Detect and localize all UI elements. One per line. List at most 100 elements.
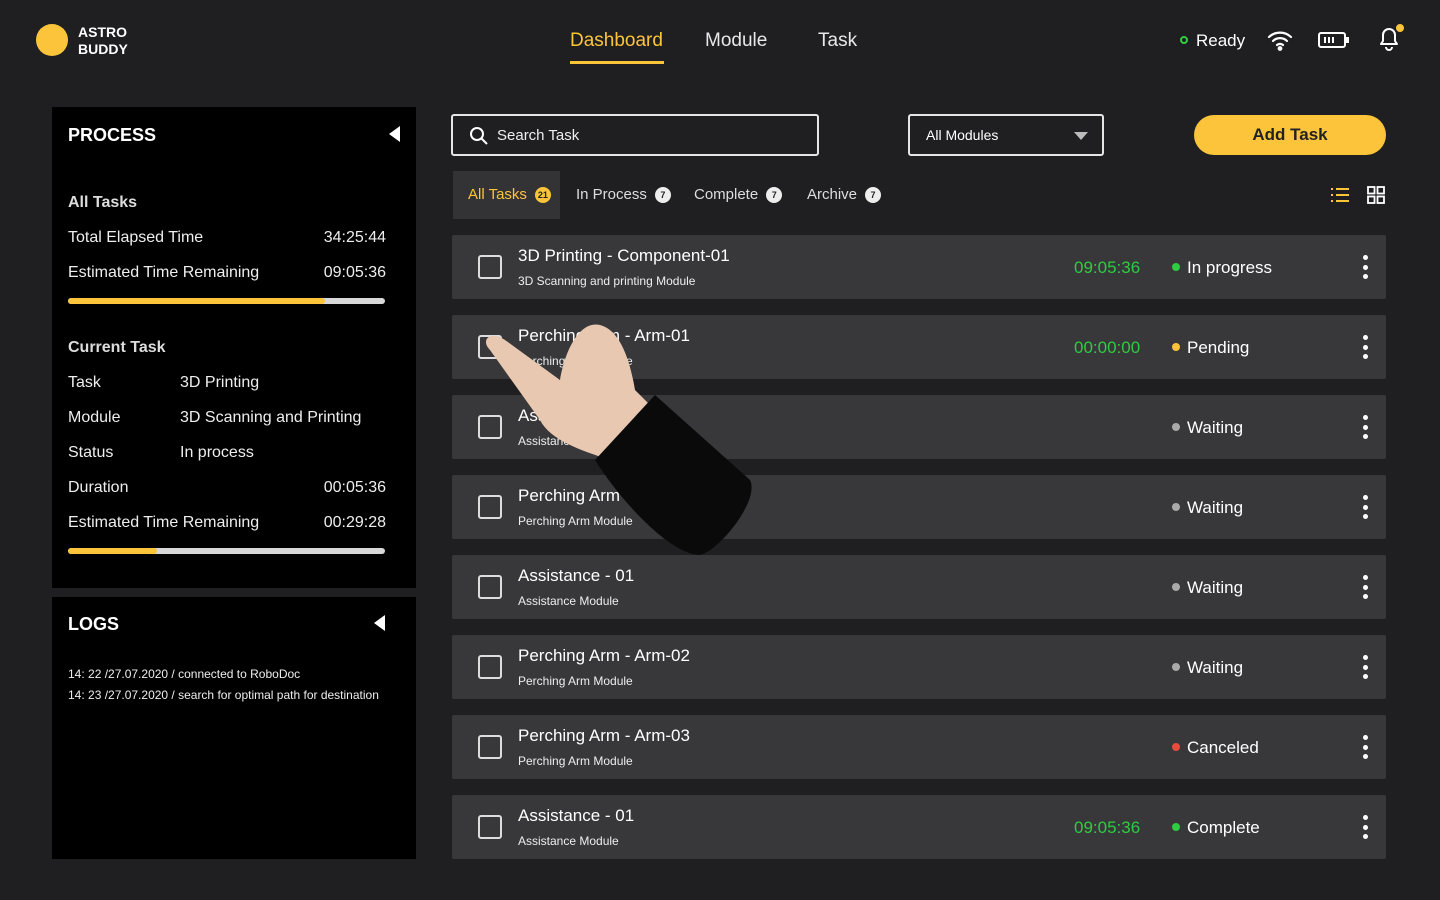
- module-value: 3D Scanning and Printing: [180, 409, 362, 426]
- task-module: 3D Scanning and printing Module: [518, 274, 696, 288]
- bell-icon[interactable]: [1376, 24, 1406, 52]
- current-task-progress: [68, 548, 385, 554]
- tab-archive[interactable]: Archive 7: [807, 186, 882, 203]
- collapse-logs-icon[interactable]: [374, 615, 385, 631]
- process-panel: PROCESS All Tasks Total Elapsed Time 34:…: [52, 107, 416, 588]
- status-label-row: Status: [68, 444, 114, 461]
- module-label: Module: [68, 409, 121, 426]
- tab-complete[interactable]: Complete 7: [694, 186, 783, 203]
- more-options-icon[interactable]: [1362, 415, 1368, 439]
- task-row[interactable]: Assistance - 01 Assistance Module Waitin…: [452, 555, 1386, 619]
- task-status: Pending: [1187, 338, 1250, 357]
- grid-view-icon[interactable]: [1367, 186, 1385, 204]
- tab-count: 7: [654, 186, 671, 203]
- task-status: Waiting: [1187, 498, 1244, 517]
- all-tasks-heading: All Tasks: [68, 194, 138, 211]
- logs-panel: LOGS 14: 22 /27.07.2020 / connected to R…: [52, 597, 416, 859]
- duration-value: 00:05:36: [323, 479, 386, 496]
- task-row[interactable]: Perching Arm - Arm-03 Perching Arm Modul…: [452, 715, 1386, 779]
- logs-title: LOGS: [68, 614, 120, 634]
- task-status: Waiting: [1187, 578, 1244, 597]
- search-input[interactable]: Search Task: [451, 114, 819, 156]
- tab-label: Archive: [807, 186, 858, 203]
- tab-label: All Tasks: [468, 186, 527, 203]
- task-time: 00:00:00: [1074, 338, 1141, 357]
- log-entry: 14: 22 /27.07.2020 / connected to RoboDo…: [68, 667, 301, 681]
- more-options-icon[interactable]: [1362, 655, 1368, 679]
- more-options-icon[interactable]: [1362, 815, 1368, 839]
- status-dot: [1172, 343, 1180, 351]
- module-filter-value: All Modules: [926, 127, 999, 143]
- task-row[interactable]: Assistance - 01 Assistance Module 09:05:…: [452, 795, 1386, 859]
- nav-task[interactable]: Task: [818, 30, 857, 52]
- add-task-button[interactable]: Add Task: [1194, 115, 1386, 155]
- search-icon: [470, 127, 488, 145]
- status-dot: [1172, 663, 1180, 671]
- search-placeholder: Search Task: [497, 127, 580, 144]
- status-dot: [1172, 263, 1180, 271]
- nav-module[interactable]: Module: [705, 30, 767, 52]
- more-options-icon[interactable]: [1362, 495, 1368, 519]
- task-checkbox[interactable]: [478, 575, 502, 599]
- task-status: Complete: [1187, 818, 1260, 837]
- task-value: 3D Printing: [180, 374, 260, 391]
- tab-all-tasks[interactable]: All Tasks 21: [468, 186, 551, 203]
- status-label: Ready: [1196, 31, 1246, 50]
- collapse-process-icon[interactable]: [389, 126, 400, 142]
- status-dot: [1172, 823, 1180, 831]
- estimated-remaining-value: 09:05:36: [323, 264, 386, 281]
- more-options-icon[interactable]: [1362, 575, 1368, 599]
- module-filter-select[interactable]: All Modules: [908, 114, 1104, 156]
- task-checkbox[interactable]: [478, 735, 502, 759]
- task-label: Task: [68, 374, 101, 391]
- task-name: Assistance - 01: [518, 566, 635, 585]
- task-checkbox[interactable]: [478, 255, 502, 279]
- tab-count: 7: [766, 186, 783, 203]
- list-view-icon[interactable]: [1331, 187, 1349, 203]
- task-module: Perching Arm Module: [518, 754, 633, 768]
- tab-label: Complete: [694, 186, 759, 203]
- status-dot: [1172, 583, 1180, 591]
- task-status: Waiting: [1187, 658, 1244, 677]
- more-options-icon[interactable]: [1362, 335, 1368, 359]
- task-status: Canceled: [1187, 738, 1259, 757]
- duration-label: Duration: [68, 479, 129, 496]
- task-status: In progress: [1187, 258, 1273, 277]
- current-task-heading: Current Task: [68, 339, 166, 356]
- task-name: Assistance - 01: [518, 806, 635, 825]
- tab-in-process[interactable]: In Process 7: [576, 186, 671, 203]
- current-remaining-value: 00:29:28: [323, 514, 386, 531]
- total-elapsed-value: 34:25:44: [323, 229, 386, 246]
- task-time: 09:05:36: [1074, 258, 1141, 277]
- current-remaining-label: Estimated Time Remaining: [68, 514, 260, 531]
- nav-active-indicator: [570, 61, 664, 64]
- battery-icon: [1318, 32, 1349, 48]
- task-module: Assistance Module: [518, 834, 619, 848]
- task-name: Perching Arm - Arm-02: [518, 646, 690, 665]
- tab-label: In Process: [576, 186, 647, 203]
- logo: [36, 24, 68, 56]
- task-name: 3D Printing - Component-01: [518, 246, 730, 265]
- more-options-icon[interactable]: [1362, 255, 1368, 279]
- estimated-remaining-label: Estimated Time Remaining: [68, 264, 260, 281]
- brand-name: ASTRO BUDDY: [78, 24, 128, 57]
- status-value: In process: [180, 444, 254, 461]
- status-dot: [1172, 423, 1180, 431]
- status-dot: [1180, 36, 1188, 44]
- task-checkbox[interactable]: [478, 815, 502, 839]
- task-module: Assistance Module: [518, 594, 619, 608]
- task-time: 09:05:36: [1074, 818, 1141, 837]
- nav-dashboard[interactable]: Dashboard: [570, 30, 663, 52]
- chevron-down-icon: [1074, 132, 1088, 140]
- task-row[interactable]: 3D Printing - Component-01 3D Scanning a…: [452, 235, 1386, 299]
- task-status: Waiting: [1187, 418, 1244, 437]
- status-dot: [1172, 743, 1180, 751]
- total-elapsed-label: Total Elapsed Time: [68, 229, 204, 246]
- wifi-icon[interactable]: [1267, 29, 1293, 51]
- more-options-icon[interactable]: [1362, 735, 1368, 759]
- task-row[interactable]: Perching Arm - Arm-02 Perching Arm Modul…: [452, 635, 1386, 699]
- hand-pointer-overlay: [485, 324, 752, 555]
- process-title: PROCESS: [68, 125, 157, 145]
- tab-count: 7: [865, 186, 882, 203]
- task-checkbox[interactable]: [478, 655, 502, 679]
